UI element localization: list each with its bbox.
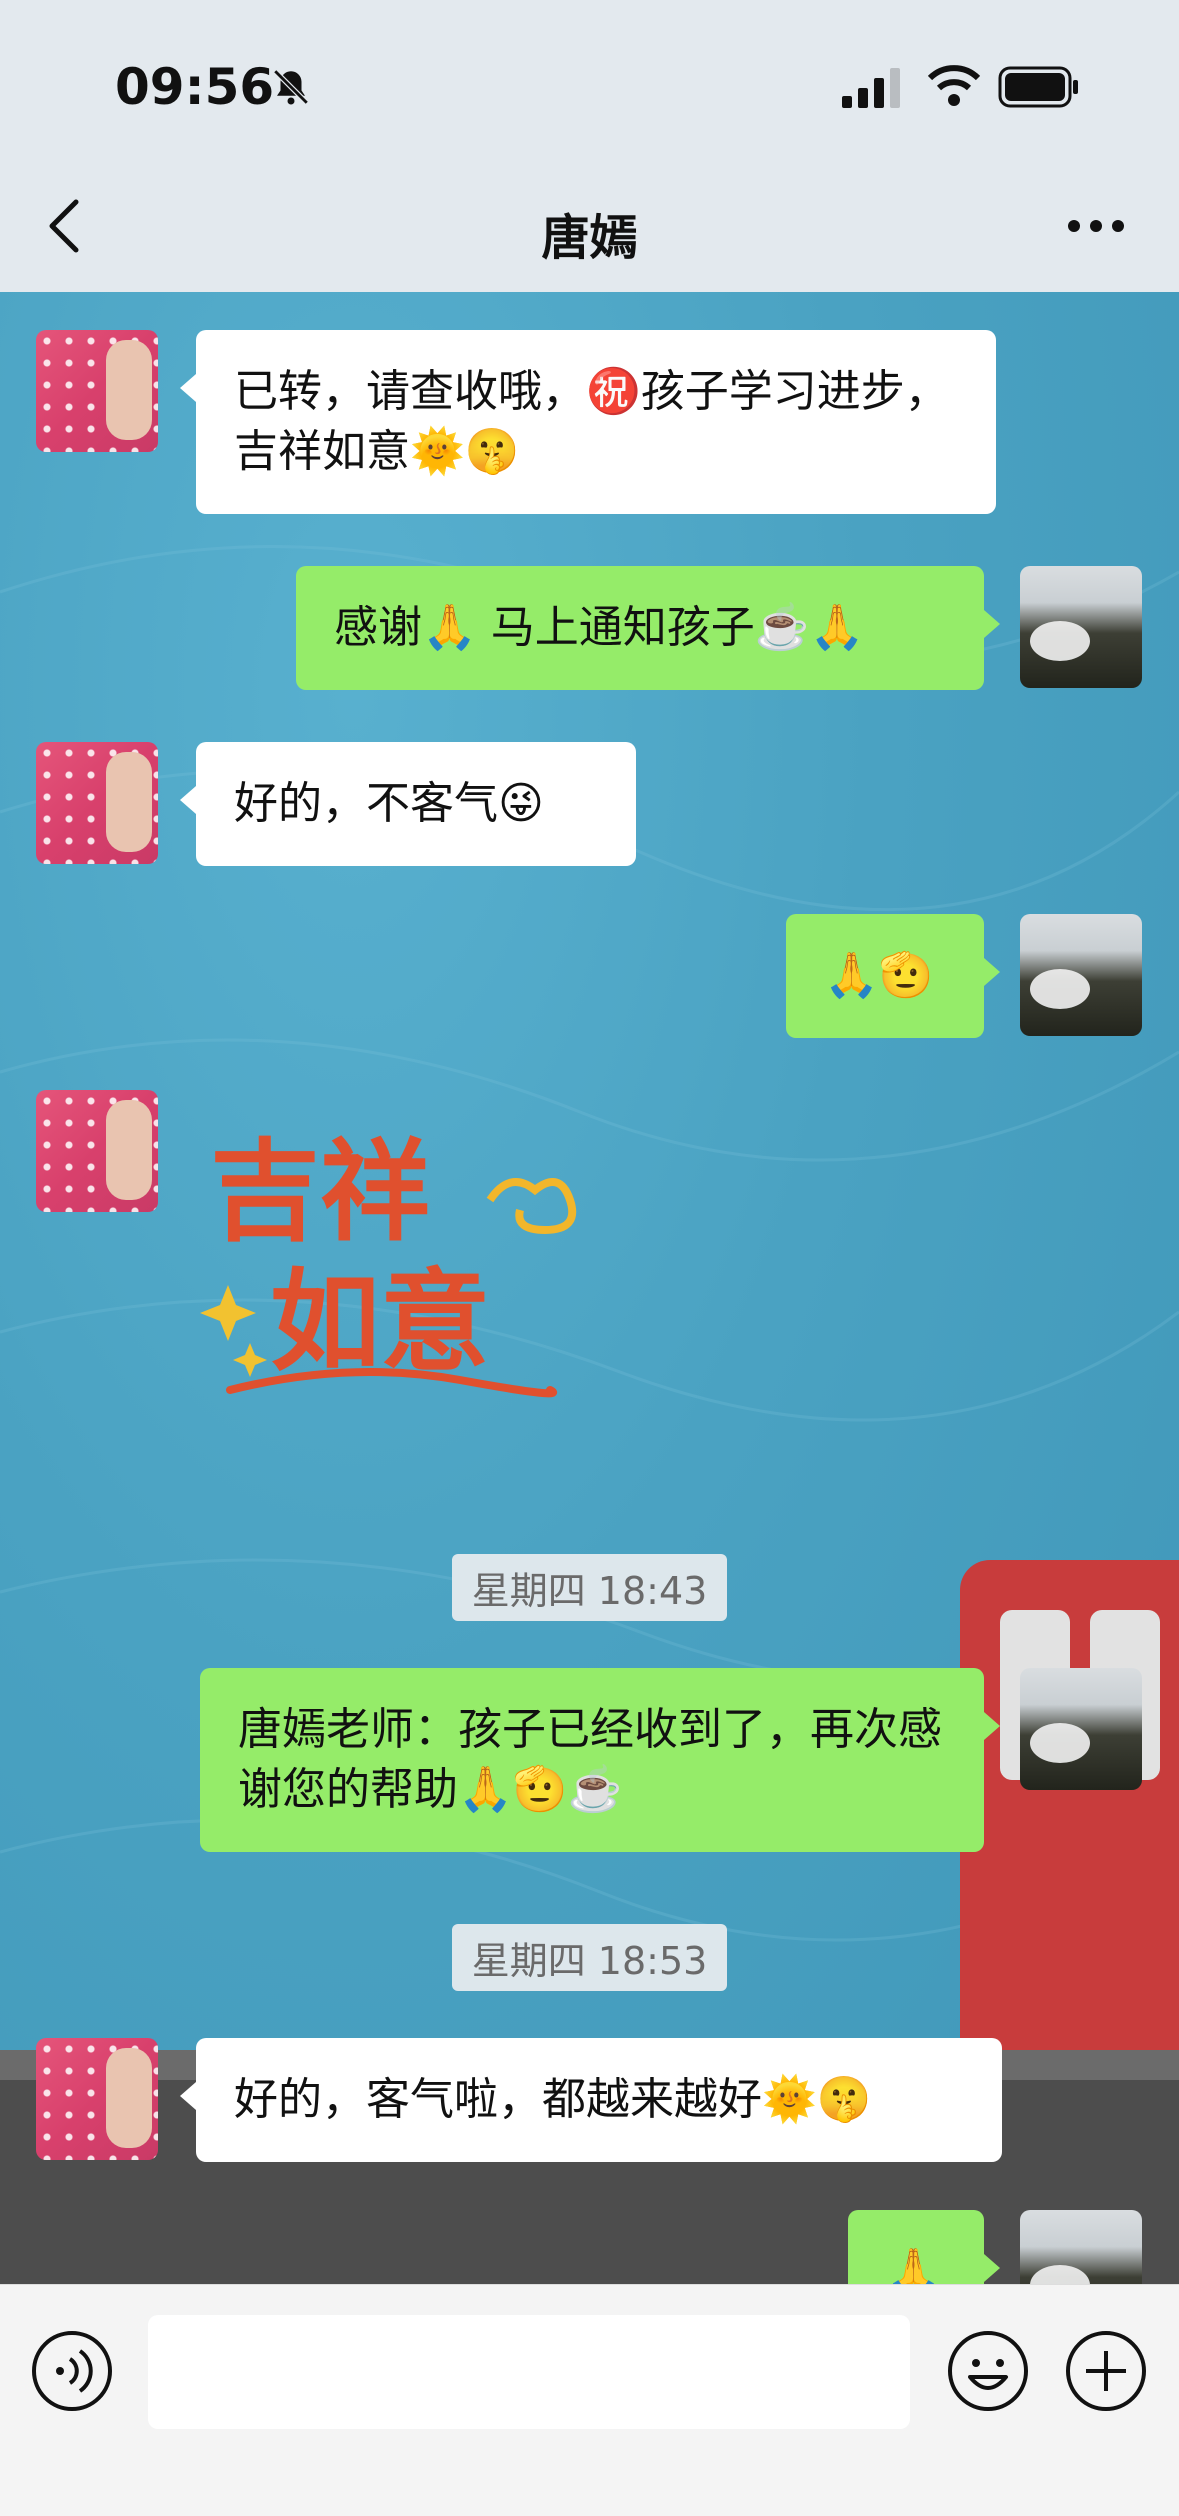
my-avatar[interactable]	[1020, 1668, 1142, 1790]
sticker-text-line1: 吉祥	[210, 1127, 430, 1256]
sticker-jixiang-ruyi[interactable]: 吉祥 如意	[200, 1110, 580, 1440]
chat-title: 唐嫣	[541, 210, 638, 266]
message-input[interactable]	[148, 2315, 910, 2429]
message-received[interactable]: 好的，客气啦，都越来越好🌞🤫	[180, 2038, 1002, 2162]
top-bar: 09:56 唐嫣	[0, 0, 1179, 292]
contact-avatar[interactable]	[36, 330, 158, 452]
battery-icon	[998, 66, 1078, 108]
timestamp: 星期四 18:43	[0, 1554, 1179, 1621]
input-bar	[0, 2284, 1179, 2516]
message-received[interactable]: 已转，请查收哦，㊗️孩子学习进步，吉祥如意🌞🤫	[180, 330, 996, 514]
timestamp-label: 星期四 18:43	[451, 1554, 728, 1621]
message-received[interactable]: 好的，不客气😜	[180, 742, 636, 866]
sticker-text-line2: 如意	[270, 1257, 490, 1386]
wifi-icon	[928, 65, 980, 106]
contact-avatar[interactable]	[36, 1090, 158, 1212]
signal-icon	[842, 68, 900, 108]
my-avatar[interactable]	[1020, 914, 1142, 1036]
status-time: 09:56	[115, 58, 275, 116]
my-avatar[interactable]	[1020, 566, 1142, 688]
plus-icon[interactable]	[1064, 2329, 1148, 2413]
timestamp: 星期四 18:53	[0, 1924, 1179, 1991]
voice-icon[interactable]	[30, 2329, 114, 2413]
more-options-icon[interactable]	[1066, 218, 1126, 234]
message-sent[interactable]: 感谢🙏 马上通知孩子☕️🙏	[296, 566, 1000, 690]
message-sent[interactable]: 🙏🫡	[786, 914, 1000, 1038]
emoji-icon[interactable]	[946, 2329, 1030, 2413]
contact-avatar[interactable]	[36, 2038, 158, 2160]
contact-avatar[interactable]	[36, 742, 158, 864]
timestamp-label: 星期四 18:53	[451, 1924, 728, 1991]
message-sent[interactable]: 唐嫣老师：孩子已经收到了，再次感谢您的帮助🙏🫡☕️	[200, 1668, 1000, 1852]
bell-muted-icon	[273, 69, 309, 105]
